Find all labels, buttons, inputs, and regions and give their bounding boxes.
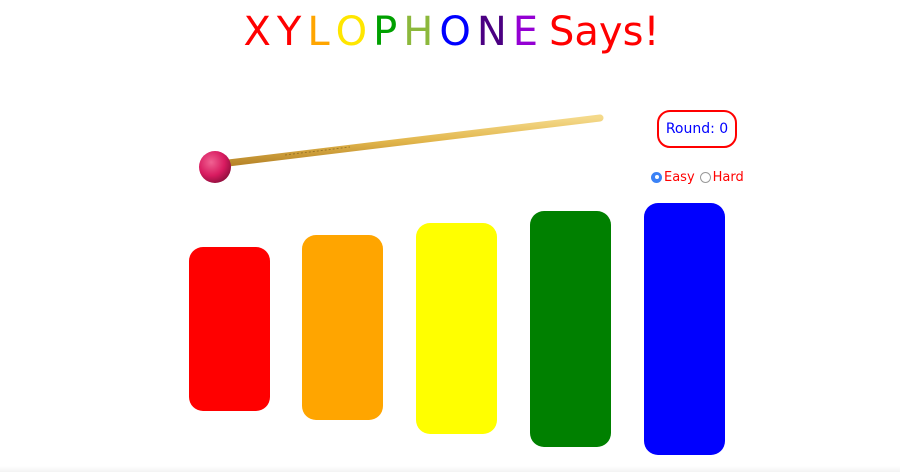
bottom-shadow <box>0 466 900 472</box>
xylophone-bar-red[interactable] <box>189 247 270 411</box>
title-letter-o2: O <box>439 9 471 55</box>
xylophone-bar-green[interactable] <box>530 211 611 447</box>
title-letter-n: N <box>476 9 507 55</box>
easy-radio[interactable] <box>651 171 662 183</box>
title-says: Says! <box>549 9 660 55</box>
round-counter: Round: 0 <box>657 110 737 148</box>
title-letter-l: L <box>307 9 330 55</box>
title-letter-e: E <box>512 9 539 55</box>
title-letter-p: P <box>373 9 398 55</box>
easy-label[interactable]: Easy <box>664 170 695 185</box>
mallet-icon <box>199 114 604 183</box>
game-page: X Y L O P H O N E Says! Round: 0 Easy Hard <box>0 0 900 472</box>
xylophone-bar-blue[interactable] <box>644 203 725 455</box>
title-letter-x: X <box>243 9 271 55</box>
hard-label[interactable]: Hard <box>713 170 744 185</box>
title-letter-o: O <box>335 9 368 55</box>
round-label: Round: 0 <box>665 121 729 137</box>
title-letter-h: H <box>403 9 434 55</box>
title-letter-y: Y <box>276 9 302 55</box>
hard-radio[interactable] <box>699 171 711 183</box>
game-title: X Y L O P H O N E Says! <box>0 4 900 60</box>
difficulty-selector: Easy Hard <box>651 167 749 187</box>
xylophone-bar-yellow[interactable] <box>416 223 497 434</box>
xylophone-bar-orange[interactable] <box>302 235 383 420</box>
